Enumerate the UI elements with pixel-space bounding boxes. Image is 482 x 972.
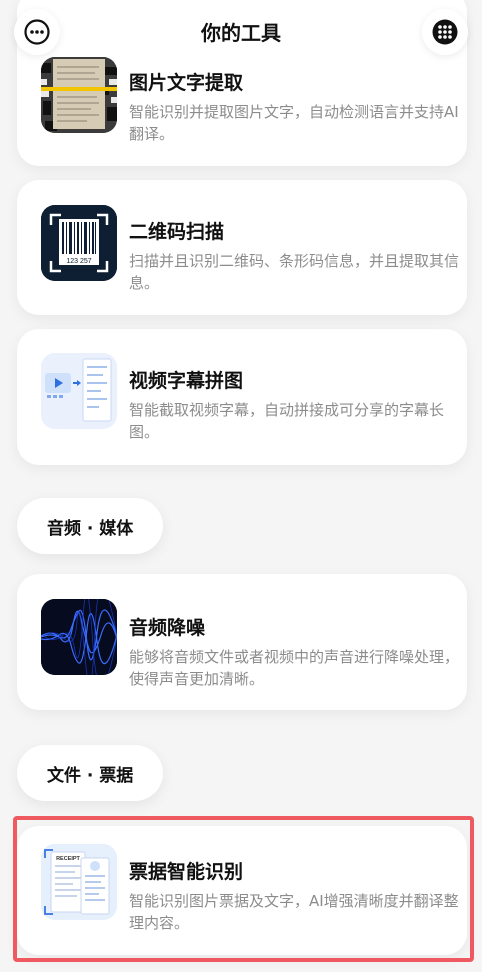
audio-wave-thumb [41,599,117,675]
selection-highlight [13,816,474,962]
tool-description: 扫描并且识别二维码、条形码信息，并且提取其信息。 [129,252,460,292]
tool-description: 智能截取视频字幕，自动拼接成可分享的字幕长图。 [129,401,445,441]
section-label-audio-media: 音频 · 媒体 [17,498,164,554]
page-title: 你的工具 [201,21,281,45]
grid-menu-button[interactable] [422,9,468,55]
grid-dots-icon [432,19,458,45]
tool-title: 二维码扫描 [129,221,225,243]
tool-description: 能够将音频文件或者视频中的声音进行降噪处理，使得声音更加清晰。 [129,648,460,688]
tool-title: 视频字幕拼图 [129,370,244,392]
tool-card-qr-scan[interactable]: 123 257 二维码扫描 扫描并且识别二维码、条形码信息，并且提取其信息。 [17,180,467,315]
tool-card-audio-denoise[interactable]: 音频降噪 能够将音频文件或者视频中的声音进行降噪处理，使得声音更加清晰。 [17,574,467,710]
tool-description: 智能识别并提取图片文字，自动检测语言并支持AI翻译。 [129,103,459,143]
tool-title: 图片文字提取 [129,72,244,94]
svg-text:123 257: 123 257 [66,258,91,265]
tool-title: 音频降噪 [129,617,206,639]
barcode-thumb: 123 257 [41,205,117,281]
document-scan-thumb [41,57,117,133]
video-subtitle-thumb [41,353,117,429]
section-label-files-receipts: 文件 · 票据 [17,745,164,801]
tool-card-video-subtitle[interactable]: 视频字幕拼图 智能截取视频字幕，自动拼接成可分享的字幕长图。 [17,329,467,465]
top-bar: 你的工具 [0,0,482,64]
